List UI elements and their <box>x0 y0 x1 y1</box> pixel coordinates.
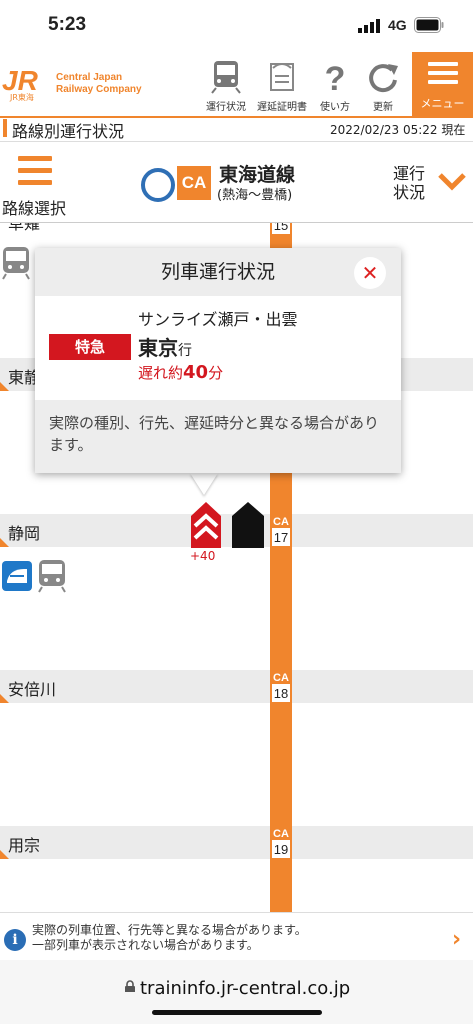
station-row-abekawa <box>0 670 473 703</box>
notice-text: 実際の列車位置、行先等と異なる場合があります。 一部列車が表示されない場合があり… <box>32 923 307 952</box>
popup-note: 実際の種別、行先、遅延時分と異なる場合があります。 <box>35 400 401 473</box>
station-row-mochimune <box>0 826 473 859</box>
popup-body: 特急 サンライズ瀬戸・出雲 東京行 遅れ約40分 <box>35 296 401 400</box>
chevron-right-icon: › <box>452 927 462 952</box>
chevron-down-icon[interactable] <box>437 172 467 192</box>
delay-certificate-button[interactable]: 遅延証明書 <box>257 58 307 113</box>
train-icon <box>211 61 241 94</box>
direction-toggle[interactable]: 運行 状況 <box>393 164 425 202</box>
company-name: Central Japan Railway Company <box>56 72 142 95</box>
circle-line-icon <box>141 168 175 202</box>
refresh-icon <box>369 64 398 93</box>
station-name-mochimune[interactable]: 用宗 <box>8 832 40 856</box>
train-name: サンライズ瀬戸・出雲 <box>138 310 298 329</box>
delay-marker-label: +40 <box>190 549 216 563</box>
status-bar: 5:23 4G <box>0 0 473 52</box>
signal-icon <box>358 19 380 33</box>
status-time: 5:23 <box>48 14 87 35</box>
url-text: traininfo.jr-central.co.jp <box>140 978 351 999</box>
popup-pointer <box>190 473 218 495</box>
delay-text: 遅れ約40分 <box>138 362 224 383</box>
refresh-button[interactable]: 更新 <box>358 58 408 113</box>
train-type-badge: 特急 <box>49 334 131 360</box>
train-status-popup: 列車運行状況 ✕ 特急 サンライズ瀬戸・出雲 東京行 遅れ約40分 実際の種別、… <box>35 248 401 473</box>
help-button[interactable]: ? 使い方 <box>310 58 360 113</box>
help-icon: ? <box>325 60 346 98</box>
section-header: 路線別運行状況 2022/02/23 05:22 現在 <box>0 117 473 142</box>
svg-text:?: ? <box>325 60 346 96</box>
local-train-icon[interactable] <box>38 559 66 593</box>
info-icon: i <box>4 929 26 951</box>
network-type: 4G <box>388 17 407 33</box>
station-name-abekawa[interactable]: 安倍川 <box>8 676 56 700</box>
station-number-18: CA 18 <box>270 670 292 704</box>
home-indicator[interactable] <box>152 1010 322 1015</box>
app-header: JR JR東海 Central Japan Railway Company 運行… <box>0 52 473 118</box>
battery-icon <box>414 17 444 33</box>
logo-sub: JR東海 <box>10 93 34 102</box>
section-accent-bar <box>3 119 7 137</box>
popup-title: 列車運行状況 <box>35 248 401 296</box>
notice-bar[interactable]: i 実際の列車位置、行先等と異なる場合があります。 一部列車が表示されない場合が… <box>0 912 473 961</box>
local-train-icon[interactable] <box>2 246 30 280</box>
station-number-17: CA 17 <box>270 514 292 548</box>
section-title: 路線別運行状況 <box>12 122 125 141</box>
lock-icon <box>125 980 135 992</box>
line-selector-bar: 路線選択 CA 東海道線 (熱海〜豊橋) 運行 状況 <box>0 142 473 223</box>
line-select-menu-icon[interactable] <box>18 156 52 192</box>
certificate-icon <box>270 63 294 91</box>
limited-express-train-marker[interactable] <box>190 500 222 550</box>
line-name: 東海道線 <box>219 164 296 186</box>
line-select-label[interactable]: 路線選択 <box>2 195 66 219</box>
update-timestamp: 2022/02/23 05:22 現在 <box>330 123 466 137</box>
shinkansen-icon[interactable] <box>2 561 32 591</box>
line-code-badge: CA <box>177 166 211 200</box>
train-marker[interactable] <box>231 500 265 550</box>
train-destination: 東京行 <box>138 336 192 360</box>
menu-button[interactable]: メニュー <box>412 52 473 116</box>
line-range: (熱海〜豊橋) <box>217 188 293 203</box>
close-icon[interactable]: ✕ <box>354 257 386 289</box>
station-number-19: CA 19 <box>270 826 292 860</box>
menu-icon <box>428 62 458 89</box>
station-name-shizuoka[interactable]: 静岡 <box>8 520 40 544</box>
operation-status-button[interactable]: 運行状況 <box>201 58 251 113</box>
